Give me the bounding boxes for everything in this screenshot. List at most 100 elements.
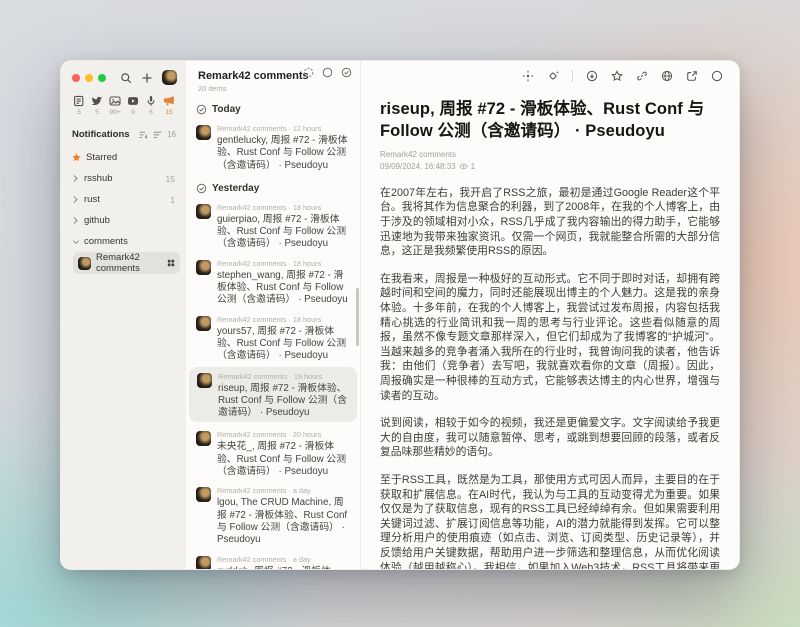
feed-list: Starred rsshub 15 rust 1 github comments: [61, 145, 186, 276]
feed-count: 15: [166, 174, 175, 184]
feed-label: Starred: [86, 152, 117, 163]
tab-notifications[interactable]: 15: [161, 95, 177, 116]
microphone-icon: [145, 95, 157, 107]
megaphone-icon: [163, 95, 175, 107]
entry-meta: Remark42 comments · 19 hours: [218, 372, 349, 381]
feed-label: Remark42 comments: [96, 252, 163, 274]
article-paragraph: 说到阅读，相较于如今的视频，我还是更偏爱文字。文字阅读给予我更大的自由度，我可以…: [380, 416, 720, 460]
list-item[interactable]: Remark42 comments · 20 hours 未央花_, 周报 #7…: [186, 424, 360, 480]
tab-count: 15: [165, 109, 172, 116]
group-header-today: Today: [186, 95, 360, 118]
tab-pictures[interactable]: 99+: [107, 95, 123, 116]
list-item[interactable]: Remark42 comments · a day cyddgh, 周报 #72…: [186, 549, 360, 569]
entry-meta: Remark42 comments · 18 hours: [217, 203, 350, 212]
tab-articles[interactable]: 5: [71, 95, 87, 116]
entry-title: stephen_wang, 周报 #72 - 滑板体验、Rust Conf 与 …: [217, 270, 350, 307]
mark-read-circle-icon[interactable]: [586, 70, 598, 82]
twitter-bird-icon: [91, 95, 103, 107]
zoom-window-button[interactable]: [98, 74, 106, 82]
sidebar-item-github[interactable]: github: [67, 210, 180, 231]
articles-icon: [73, 95, 85, 107]
sidebar-item-rust[interactable]: rust 1: [67, 189, 180, 210]
toolbar-divider: [572, 70, 573, 82]
article-paragraph: 在我看来，周报是一种极好的互动形式。它不同于即时对话，却拥有跨越时间和空间的魔力…: [380, 272, 720, 403]
entry-list-pane: Remark42 comments 20 items Today Remark4…: [186, 61, 361, 569]
pictures-icon: [109, 95, 121, 107]
chevron-down-icon: [72, 238, 80, 246]
entry-list-actions: [303, 67, 352, 78]
entry-avatar: [196, 204, 211, 219]
open-in-browser-globe-icon[interactable]: [661, 70, 673, 82]
check-circle-icon[interactable]: [196, 183, 207, 194]
entry-title: 未央花_, 周报 #72 - 滑板体验、Rust Conf 与 Follow 公…: [217, 441, 350, 478]
tab-count: 5: [77, 109, 81, 116]
minimize-window-button[interactable]: [85, 74, 93, 82]
views-eye-icon: [459, 162, 468, 171]
scrollbar-thumb[interactable]: [356, 288, 359, 346]
tab-videos[interactable]: 9: [125, 95, 141, 116]
list-item[interactable]: Remark42 comments · 12 hours gentlelucky…: [186, 118, 360, 174]
entry-meta: Remark42 comments · 18 hours: [217, 315, 350, 324]
unread-total: 16: [167, 130, 176, 139]
videos-icon: [127, 95, 139, 107]
copy-link-icon[interactable]: [636, 70, 648, 82]
entry-title: lgou, The CRUD Machine, 周报 #72 - 滑板体验、Ru…: [217, 497, 350, 546]
entry-title: yours57, 周报 #72 - 滑板体验、Rust Conf 与 Follo…: [217, 326, 350, 363]
entry-title: gentlelucky, 周报 #72 - 滑板体验、Rust Conf 与 F…: [217, 135, 350, 172]
list-item-selected[interactable]: Remark42 comments · 19 hours riseup, 周报 …: [189, 367, 357, 423]
refresh-icon[interactable]: [322, 67, 333, 78]
sidebar-item-remark42-comments[interactable]: Remark42 comments: [73, 252, 180, 274]
article-content: 在2007年左右，我开启了RSS之旅，最初是通过Google Reader这个平…: [380, 186, 720, 569]
feed-badge-icon: [167, 259, 175, 267]
reader-pane: riseup, 周报 #72 - 滑板体验、Rust Conf 与 Follow…: [361, 61, 739, 569]
article-paragraph: 在2007年左右，我开启了RSS之旅，最初是通过Google Reader这个平…: [380, 186, 720, 259]
tab-count: 99+: [109, 109, 120, 116]
readability-icon[interactable]: [522, 70, 534, 82]
reader-toolbar: [361, 61, 739, 84]
list-item[interactable]: Remark42 comments · a day lgou, The CRUD…: [186, 480, 360, 548]
entry-avatar: [196, 260, 211, 275]
group-label: Yesterday: [212, 183, 259, 194]
share-icon[interactable]: [686, 70, 698, 82]
star-outline-icon[interactable]: [611, 70, 623, 82]
add-subscription-icon[interactable]: [141, 72, 153, 84]
entry-avatar: [196, 431, 211, 446]
group-label: Today: [212, 104, 241, 115]
sidebar-item-rsshub[interactable]: rsshub 15: [67, 168, 180, 189]
entry-avatar: [197, 373, 212, 388]
entry-meta: Remark42 comments · 18 hours: [217, 259, 350, 268]
entry-title: riseup, 周报 #72 - 滑板体验、Rust Conf 与 Follow…: [218, 383, 349, 420]
sidebar-item-starred[interactable]: Starred: [67, 147, 180, 168]
group-order-icon[interactable]: [139, 130, 148, 139]
sidebar-item-comments[interactable]: comments: [67, 231, 180, 252]
list-item[interactable]: Remark42 comments · 18 hours guierpiao, …: [186, 197, 360, 253]
unread-filter-icon[interactable]: [153, 130, 162, 139]
mark-all-read-icon[interactable]: [341, 67, 352, 78]
entry-list-header: Remark42 comments 20 items: [186, 61, 360, 95]
tab-audio[interactable]: 6: [143, 95, 159, 116]
search-icon[interactable]: [120, 72, 132, 84]
more-circle-icon[interactable]: [711, 70, 723, 82]
sidebar-section-header: Notifications 16: [61, 116, 186, 145]
list-item[interactable]: Remark42 comments · 18 hours yours57, 周报…: [186, 309, 360, 365]
article-meta: Remark42 comments 09/09/2024, 16:48:33 1: [380, 150, 720, 171]
feed-count: 1: [170, 195, 175, 205]
sidebar: 5 5 99+ 9 6 15 Notifi: [61, 61, 186, 569]
tab-social-media[interactable]: 5: [89, 95, 105, 116]
check-circle-icon[interactable]: [196, 104, 207, 115]
user-avatar[interactable]: [162, 70, 177, 85]
ai-summary-icon[interactable]: [547, 70, 559, 82]
list-item-count: 20 items: [198, 84, 350, 93]
reader-body: riseup, 周报 #72 - 滑板体验、Rust Conf 与 Follow…: [361, 84, 739, 569]
entry-avatar: [196, 556, 211, 569]
close-window-button[interactable]: [72, 74, 80, 82]
app-window: 5 5 99+ 9 6 15 Notifi: [60, 60, 740, 570]
chevron-right-icon: [72, 174, 80, 183]
article-timestamp: 09/09/2024, 16:48:33: [380, 162, 456, 171]
unread-only-toggle-icon[interactable]: [303, 67, 314, 78]
chevron-right-icon: [72, 195, 80, 204]
group-header-yesterday: Yesterday: [186, 174, 360, 197]
window-controls[interactable]: [72, 74, 106, 82]
list-item[interactable]: Remark42 comments · 18 hours stephen_wan…: [186, 253, 360, 309]
entry-title: cyddgh, 周报 #72 - 滑板体验、Rust Conf 与 Follow…: [217, 566, 350, 569]
